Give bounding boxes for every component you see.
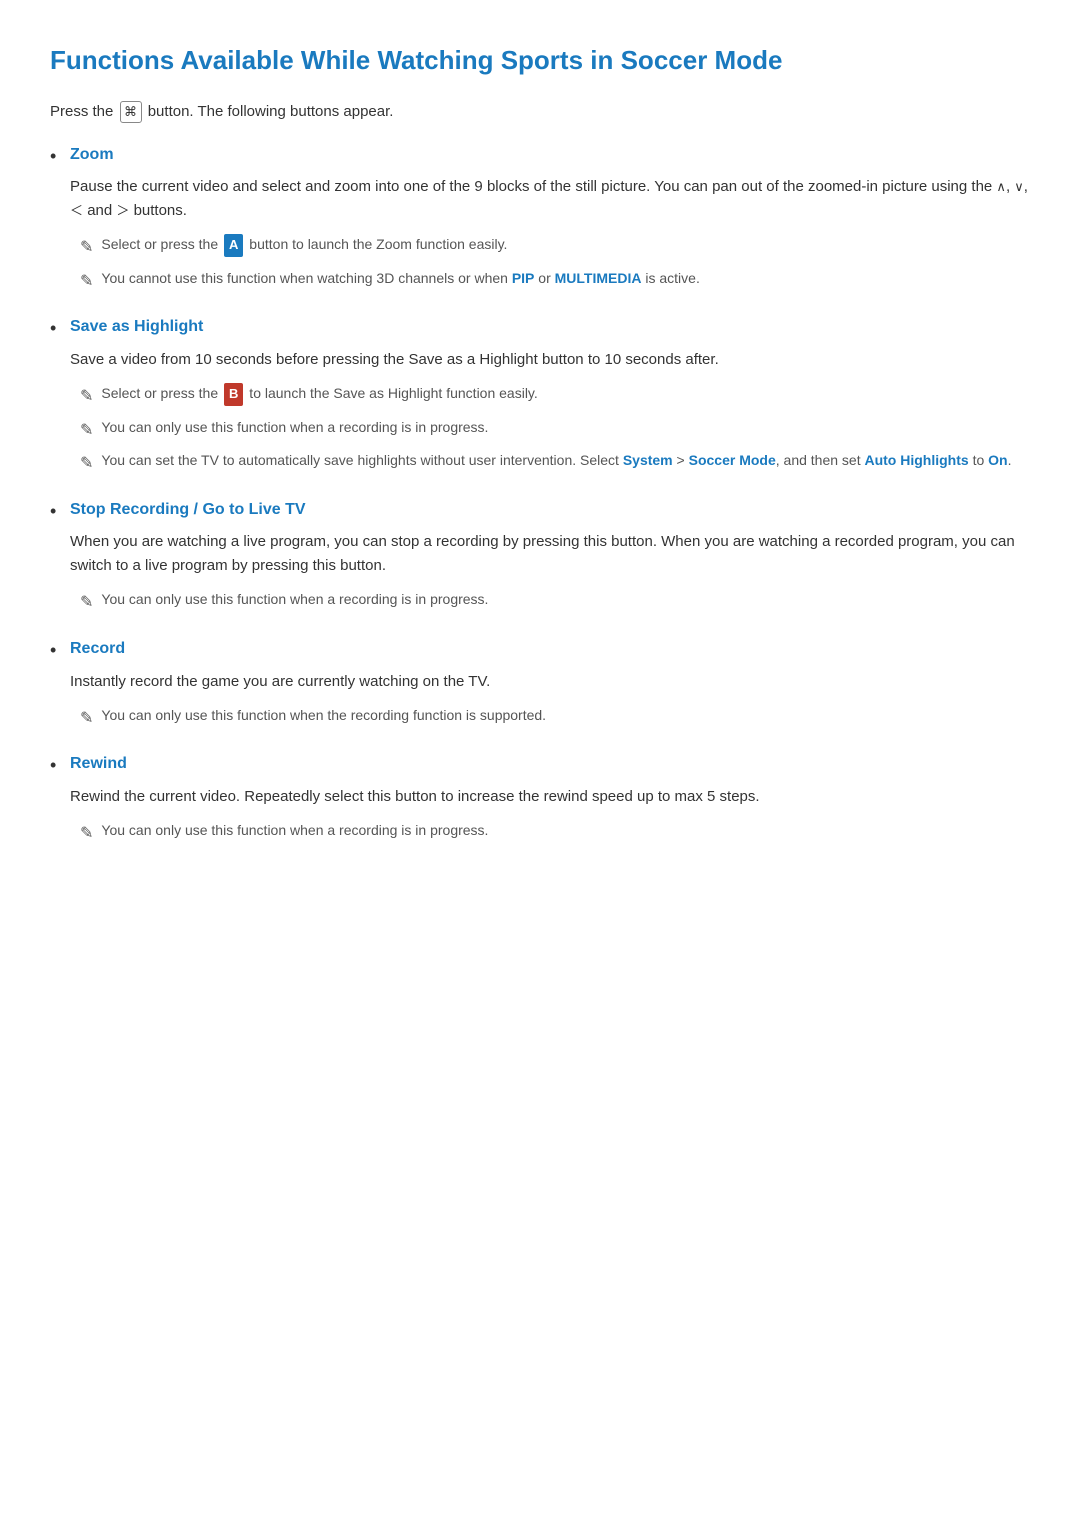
item-title-record: Record	[70, 636, 1030, 662]
list-item-rewind: Rewind Rewind the current video. Repeate…	[50, 751, 1030, 846]
notes-zoom: ✎ Select or press the A button to launch…	[70, 233, 1030, 294]
note-item: ✎ Select or press the A button to launch…	[80, 233, 1030, 261]
pencil-icon: ✎	[80, 451, 93, 477]
item-title-zoom: Zoom	[70, 142, 1030, 168]
pencil-icon: ✎	[80, 821, 93, 847]
note-item: ✎ You can only use this function when a …	[80, 416, 1030, 444]
note-item: ✎ Select or press the B to launch the Sa…	[80, 382, 1030, 410]
item-title-rewind: Rewind	[70, 751, 1030, 777]
note-item: ✎ You can only use this function when th…	[80, 704, 1030, 732]
pencil-icon: ✎	[80, 590, 93, 616]
notes-save-highlight: ✎ Select or press the B to launch the Sa…	[70, 382, 1030, 477]
note-item: ✎ You can only use this function when a …	[80, 819, 1030, 847]
list-item-save-highlight: Save as Highlight Save a video from 10 s…	[50, 314, 1030, 476]
notes-stop-recording: ✎ You can only use this function when a …	[70, 588, 1030, 616]
item-title-save-highlight: Save as Highlight	[70, 314, 1030, 340]
settings-button-icon: ⌘	[120, 101, 142, 123]
main-list: Zoom Pause the current video and select …	[50, 142, 1030, 847]
item-desc-zoom: Pause the current video and select and z…	[70, 175, 1030, 223]
note-item: ✎ You can set the TV to automatically sa…	[80, 449, 1030, 477]
page-title: Functions Available While Watching Sport…	[50, 40, 1030, 82]
b-button: B	[224, 383, 243, 406]
item-desc-rewind: Rewind the current video. Repeatedly sel…	[70, 785, 1030, 809]
note-item: ✎ You cannot use this function when watc…	[80, 267, 1030, 295]
pencil-icon: ✎	[80, 384, 93, 410]
notes-rewind: ✎ You can only use this function when a …	[70, 819, 1030, 847]
pencil-icon: ✎	[80, 706, 93, 732]
pencil-icon: ✎	[80, 269, 93, 295]
list-item-stop-recording: Stop Recording / Go to Live TV When you …	[50, 497, 1030, 616]
item-desc-save-highlight: Save a video from 10 seconds before pres…	[70, 348, 1030, 372]
item-desc-stop-recording: When you are watching a live program, yo…	[70, 530, 1030, 578]
list-item-zoom: Zoom Pause the current video and select …	[50, 142, 1030, 295]
intro-text: Press the ⌘ button. The following button…	[50, 100, 1030, 124]
note-item: ✎ You can only use this function when a …	[80, 588, 1030, 616]
item-title-stop-recording: Stop Recording / Go to Live TV	[70, 497, 1030, 523]
pencil-icon: ✎	[80, 418, 93, 444]
list-item-record: Record Instantly record the game you are…	[50, 636, 1030, 731]
notes-record: ✎ You can only use this function when th…	[70, 704, 1030, 732]
item-desc-record: Instantly record the game you are curren…	[70, 670, 1030, 694]
pencil-icon: ✎	[80, 235, 93, 261]
a-button: A	[224, 234, 243, 257]
